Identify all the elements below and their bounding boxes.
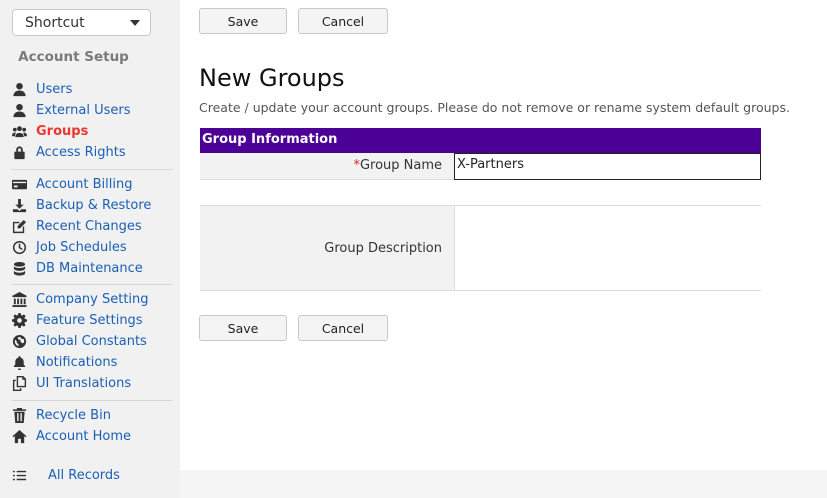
sidebar-item-feature-settings[interactable]: Feature Settings (11, 310, 143, 330)
bell-icon (11, 354, 27, 370)
sidebar-item-label: All Records (48, 467, 120, 483)
sidebar-item-db-maintenance[interactable]: DB Maintenance (11, 258, 143, 278)
form-spacer (200, 180, 761, 205)
sidebar-item-label: Job Schedules (36, 239, 127, 255)
sidebar-item-label: Groups (36, 123, 89, 139)
sidebar-item-ui-translations[interactable]: UI Translations (11, 373, 131, 393)
sidebar-item-label: Feature Settings (36, 312, 143, 328)
home-icon (11, 428, 27, 444)
group-name-input[interactable]: X-Partners (454, 153, 761, 180)
download-icon (11, 197, 27, 213)
caret-down-icon (130, 20, 140, 26)
sidebar-item-global-constants[interactable]: Global Constants (11, 331, 147, 351)
sidebar-item-backup-restore[interactable]: Backup & Restore (11, 195, 151, 215)
sidebar-item-users[interactable]: Users (11, 79, 72, 99)
shortcut-select[interactable]: Shortcut (12, 9, 151, 36)
sidebar-item-company-setting[interactable]: Company Setting (11, 289, 149, 309)
group-name-label: *Group Name (200, 153, 454, 179)
cancel-button-bottom[interactable]: Cancel (298, 315, 388, 341)
globe-icon (11, 333, 27, 349)
sidebar-item-job-schedules[interactable]: Job Schedules (11, 237, 127, 257)
sidebar-item-label: Backup & Restore (36, 197, 152, 213)
user-icon (11, 102, 27, 118)
sidebar: Shortcut Account Setup Users External Us… (0, 0, 180, 498)
group-description-input[interactable] (454, 206, 761, 290)
group-description-row: Group Description (200, 205, 761, 291)
sidebar-item-all-records[interactable]: All Records (11, 465, 120, 485)
sidebar-item-account-home[interactable]: Account Home (11, 426, 131, 446)
sidebar-item-label: Access Rights (36, 144, 126, 160)
group-form: Group Information *Group Name X-Partners… (200, 128, 761, 291)
save-button-bottom[interactable]: Save (199, 315, 287, 341)
divider (11, 284, 173, 285)
gear-icon (11, 312, 27, 328)
sidebar-item-label: Recycle Bin (36, 407, 111, 423)
list-icon (11, 467, 27, 483)
sidebar-item-label: Users (36, 81, 73, 97)
sidebar-item-label: DB Maintenance (36, 260, 143, 276)
credit-card-icon (11, 176, 27, 192)
bank-icon (11, 291, 27, 307)
clock-icon (11, 239, 27, 255)
sidebar-item-notifications[interactable]: Notifications (11, 352, 117, 372)
main-content: Save Cancel New Groups Create / update y… (180, 0, 827, 470)
sidebar-item-recycle-bin[interactable]: Recycle Bin (11, 405, 111, 425)
divider (11, 400, 173, 401)
copy-icon (11, 375, 27, 391)
cancel-button-top[interactable]: Cancel (298, 8, 388, 34)
group-name-label-text: Group Name (359, 158, 442, 173)
page-description: Create / update your account groups. Ple… (199, 100, 790, 115)
divider (11, 169, 173, 170)
sidebar-item-label: Recent Changes (36, 218, 142, 234)
sidebar-item-label: Account Home (36, 428, 132, 444)
form-section-header: Group Information (200, 128, 761, 153)
sidebar-item-access-rights[interactable]: Access Rights (11, 142, 126, 162)
sidebar-item-label: Notifications (36, 354, 118, 370)
users-icon (11, 123, 27, 139)
sidebar-item-label: Global Constants (36, 333, 147, 349)
sidebar-item-groups[interactable]: Groups (11, 121, 88, 141)
sidebar-item-recent-changes[interactable]: Recent Changes (11, 216, 142, 236)
trash-icon (11, 407, 27, 423)
shortcut-select-value: Shortcut (25, 15, 85, 31)
group-name-field-cell: X-Partners (454, 153, 761, 180)
group-description-label: Group Description (200, 206, 454, 290)
lock-icon (11, 144, 27, 160)
database-icon (11, 260, 27, 276)
sidebar-item-label: UI Translations (36, 375, 132, 391)
save-button-top[interactable]: Save (199, 8, 287, 34)
sidebar-item-account-billing[interactable]: Account Billing (11, 174, 132, 194)
edit-icon (11, 218, 27, 234)
section-title: Account Setup (18, 49, 129, 65)
sidebar-item-label: External Users (36, 102, 131, 118)
group-name-row: *Group Name X-Partners (200, 153, 761, 180)
sidebar-item-external-users[interactable]: External Users (11, 100, 130, 120)
sidebar-item-label: Company Setting (36, 291, 149, 307)
page-title: New Groups (199, 64, 345, 92)
user-icon (11, 81, 27, 97)
sidebar-item-label: Account Billing (36, 176, 133, 192)
